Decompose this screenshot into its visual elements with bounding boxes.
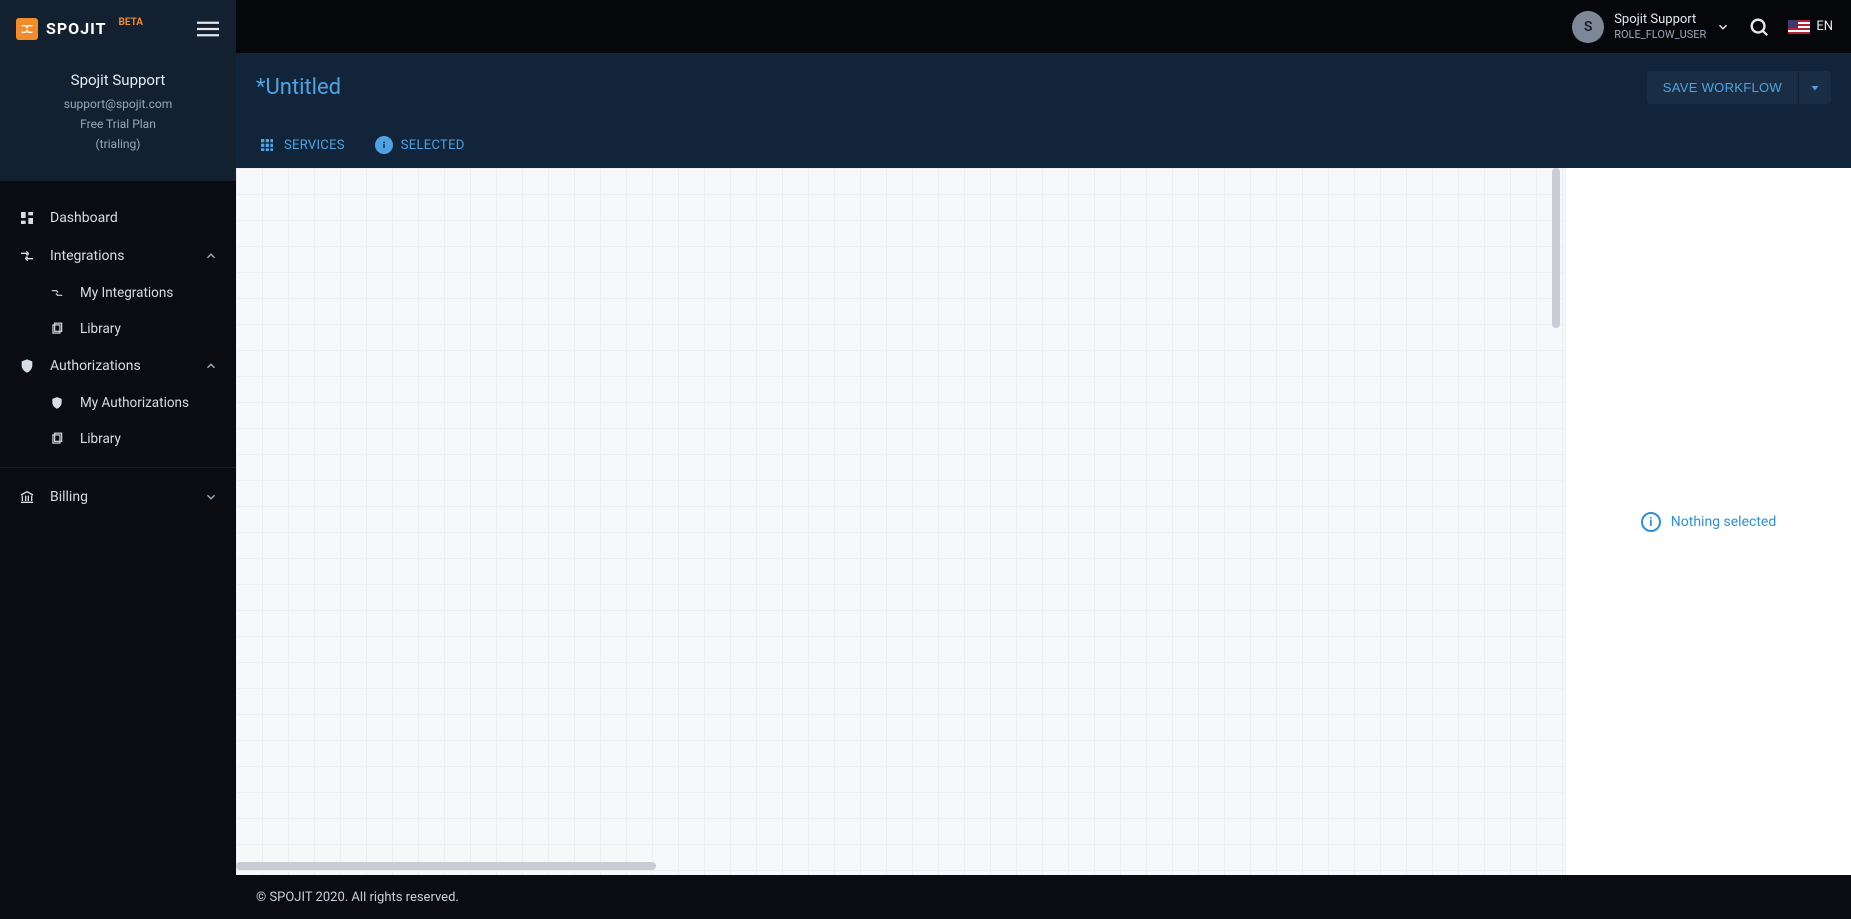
selection-panel: i Nothing selected (1565, 168, 1851, 875)
scrollbar-horizontal[interactable] (236, 859, 1551, 873)
sidebar-item-label: Library (80, 321, 121, 337)
integrations-icon (48, 284, 66, 302)
sidebar-item-label: Dashboard (50, 210, 118, 226)
brand-row: SPOJIT BETA (0, 0, 236, 53)
chevron-down-icon (1716, 20, 1730, 34)
save-workflow-button[interactable]: SAVE WORKFLOW (1647, 71, 1798, 104)
tab-label: SELECTED (401, 138, 465, 153)
sidebar-item-authorizations-library[interactable]: Library (30, 421, 236, 457)
sidebar-top: SPOJIT BETA Spojit Support support@spoji… (0, 0, 236, 181)
tab-services[interactable]: SERVICES (256, 126, 347, 168)
chevron-up-icon (204, 359, 218, 373)
info-filled-icon (375, 136, 393, 154)
save-workflow-dropdown[interactable] (1798, 71, 1831, 104)
content-row: i Nothing selected (236, 168, 1851, 875)
flag-us-icon (1788, 20, 1810, 34)
scrollbar-thumb-vertical[interactable] (1552, 168, 1560, 328)
library-icon (48, 320, 66, 338)
sidebar-item-integrations-library[interactable]: Library (30, 311, 236, 347)
profile-block: Spojit Support support@spojit.com Free T… (0, 53, 236, 181)
sidebar-item-my-integrations[interactable]: My Integrations (30, 275, 236, 311)
subheader: *Untitled SAVE WORKFLOW SERVICES (236, 53, 1851, 168)
library-icon (48, 430, 66, 448)
tab-label: SERVICES (284, 138, 345, 153)
profile-plan: Free Trial Plan (10, 117, 226, 131)
sidebar: SPOJIT BETA Spojit Support support@spoji… (0, 0, 236, 919)
save-workflow-group: SAVE WORKFLOW (1647, 71, 1831, 104)
user-role: ROLE_FLOW_USER (1614, 28, 1706, 41)
profile-email: support@spojit.com (10, 97, 226, 111)
sidebar-item-billing[interactable]: Billing (0, 478, 236, 516)
sidebar-item-label: My Authorizations (80, 395, 189, 411)
bank-icon (18, 488, 36, 506)
topbar: S Spojit Support ROLE_FLOW_USER EN (236, 0, 1851, 53)
sidebar-item-my-authorizations[interactable]: My Authorizations (30, 385, 236, 421)
brand-logo-icon (16, 18, 38, 40)
grid-icon (258, 136, 276, 154)
footer: © SPOJIT 2020. All rights reserved. (236, 875, 1851, 919)
profile-name: Spojit Support (10, 71, 226, 89)
search-button[interactable] (1748, 16, 1770, 38)
sidebar-item-authorizations[interactable]: Authorizations (0, 347, 236, 385)
scrollbar-vertical[interactable] (1549, 168, 1563, 875)
scrollbar-thumb-horizontal[interactable] (236, 862, 656, 870)
profile-status: (trialing) (10, 137, 226, 151)
sidebar-item-label: My Integrations (80, 285, 173, 301)
footer-copyright: © SPOJIT 2020. All rights reserved. (256, 890, 459, 905)
avatar: S (1572, 11, 1604, 43)
brand-beta-badge: BETA (119, 17, 144, 28)
integrations-submenu: My Integrations Library (0, 275, 236, 347)
subheader-row: *Untitled SAVE WORKFLOW (256, 71, 1831, 104)
chevron-up-icon (204, 249, 218, 263)
tabs: SERVICES SELECTED (256, 126, 1831, 168)
language-code: EN (1816, 19, 1833, 34)
shield-icon (48, 394, 66, 412)
chevron-down-icon (204, 490, 218, 504)
sidebar-nav: Dashboard Integrations My Integrations (0, 181, 236, 516)
user-name: Spojit Support (1614, 12, 1706, 28)
workflow-canvas[interactable] (236, 168, 1565, 875)
user-meta: Spojit Support ROLE_FLOW_USER (1614, 12, 1706, 41)
shield-icon (18, 357, 36, 375)
tab-selected[interactable]: SELECTED (373, 126, 467, 168)
menu-toggle-button[interactable] (196, 17, 220, 41)
sidebar-item-label: Library (80, 431, 121, 447)
nothing-selected-label: Nothing selected (1671, 514, 1776, 530)
nav-section-billing: Billing (0, 467, 236, 516)
authorizations-submenu: My Authorizations Library (0, 385, 236, 457)
brand[interactable]: SPOJIT BETA (16, 18, 143, 40)
user-menu[interactable]: S Spojit Support ROLE_FLOW_USER (1572, 11, 1730, 43)
sidebar-item-integrations[interactable]: Integrations (0, 237, 236, 275)
sidebar-item-dashboard[interactable]: Dashboard (0, 199, 236, 237)
info-outline-icon: i (1641, 512, 1661, 532)
page-title: *Untitled (256, 75, 341, 100)
sidebar-item-label: Authorizations (50, 358, 141, 374)
language-selector[interactable]: EN (1788, 19, 1833, 34)
sidebar-item-label: Billing (50, 489, 88, 505)
brand-name: SPOJIT (46, 19, 107, 38)
dashboard-icon (18, 209, 36, 227)
nothing-selected: i Nothing selected (1641, 192, 1776, 851)
sidebar-item-label: Integrations (50, 248, 124, 264)
main: S Spojit Support ROLE_FLOW_USER EN *Unti… (236, 0, 1851, 919)
integrations-icon (18, 247, 36, 265)
